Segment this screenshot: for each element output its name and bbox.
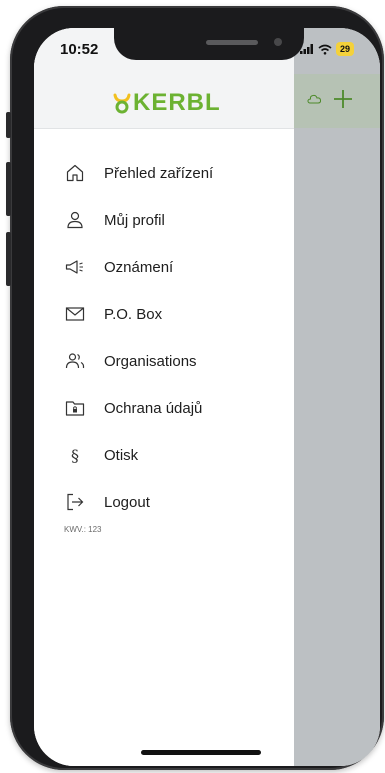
paragraph-icon: § [71, 446, 79, 465]
volume-down-button [6, 232, 11, 286]
menu-item-logout[interactable]: Logout [34, 482, 294, 522]
menu-item-label: Přehled zařízení [104, 165, 214, 182]
speaker-grille [206, 40, 258, 45]
logout-icon [67, 493, 84, 511]
logo-text: KERBL [133, 89, 221, 116]
background-overlay[interactable] [294, 28, 380, 766]
camera-dot [274, 38, 282, 46]
user-icon [67, 211, 83, 229]
add-icon[interactable] [332, 88, 354, 110]
wifi-icon [318, 44, 332, 55]
svg-text:§: § [71, 446, 79, 465]
mail-icon [65, 307, 85, 321]
navigation-drawer: KERBL Přehled zařízení Můj profil Oznáme… [34, 28, 294, 766]
status-indicators: 29 [300, 42, 355, 56]
menu-item-label: Oznámení [104, 259, 174, 276]
menu-item-label: Logout [104, 494, 150, 511]
menu-item-profile[interactable]: Můj profil [34, 200, 294, 240]
phone-frame: KERBL Přehled zařízení Můj profil Oznáme… [10, 6, 384, 770]
home-icon [66, 164, 84, 182]
volume-up-button [6, 162, 11, 216]
background-header [294, 74, 380, 128]
home-indicator[interactable] [141, 750, 261, 755]
kerbl-logo: KERBL [112, 89, 221, 117]
menu-item-imprint[interactable]: § Otisk [34, 435, 294, 475]
menu-item-notifications[interactable]: Oznámení [34, 247, 294, 287]
menu-item-label: Otisk [104, 447, 139, 464]
users-icon [65, 353, 85, 369]
megaphone-icon [65, 260, 83, 274]
menu-item-label: Organisations [104, 353, 197, 370]
status-time: 10:52 [60, 41, 99, 58]
menu-item-label: P.O. Box [104, 306, 163, 323]
cloud-icon[interactable] [306, 92, 322, 106]
lock-folder-icon [65, 401, 85, 416]
signal-icon [300, 44, 313, 54]
battery-indicator: 29 [336, 42, 355, 56]
menu-item-label: Můj profil [104, 212, 165, 229]
mute-switch [6, 112, 11, 138]
menu-item-po-box[interactable]: P.O. Box [34, 294, 294, 334]
menu-item-privacy[interactable]: Ochrana údajů [34, 388, 294, 428]
drawer-header: KERBL [34, 74, 294, 129]
menu-item-organisations[interactable]: Organisations [34, 341, 294, 381]
device-notch [114, 28, 304, 60]
cow-horn-icon [113, 93, 131, 114]
menu-item-device-overview[interactable]: Přehled zařízení [34, 153, 294, 193]
menu-item-label: Ochrana údajů [104, 400, 203, 417]
screen: KERBL Přehled zařízení Můj profil Oznáme… [34, 28, 380, 766]
version-label: KWV.: 123 [64, 525, 102, 534]
